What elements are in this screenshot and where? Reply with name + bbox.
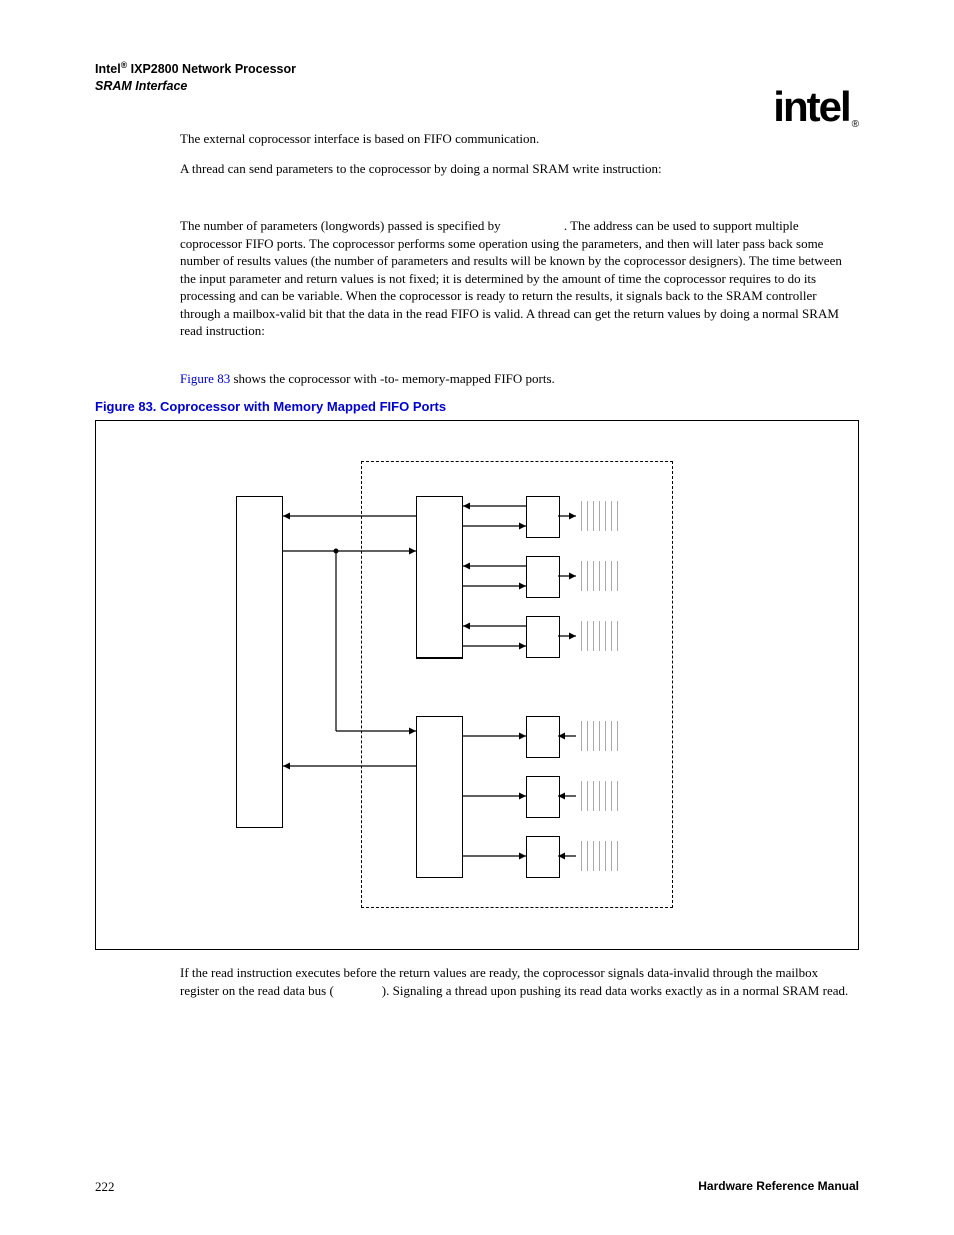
product-prefix: Intel (95, 62, 121, 76)
figure-link[interactable]: Figure 83 (180, 371, 230, 386)
footer-title: Hardware Reference Manual (698, 1179, 859, 1195)
paragraph-5: If the read instruction executes before … (180, 964, 859, 999)
port-box-4 (526, 716, 560, 758)
fifo-4 (576, 721, 621, 751)
body-content-after: If the read instruction executes before … (180, 964, 859, 999)
fifo-3 (576, 621, 621, 651)
fifo-2 (576, 561, 621, 591)
page-number: 222 (95, 1179, 115, 1195)
paragraph-1: The external coprocessor interface is ba… (180, 130, 859, 148)
fifo-5 (576, 781, 621, 811)
read-mux-box (416, 716, 463, 878)
header: Intel® IXP2800 Network Processor SRAM In… (95, 60, 859, 102)
port-box-3 (526, 616, 560, 658)
fifo-1 (576, 501, 621, 531)
product-name: IXP2800 Network Processor (127, 62, 296, 76)
port-box-6 (526, 836, 560, 878)
header-left: Intel® IXP2800 Network Processor SRAM In… (95, 60, 296, 95)
port-box-2 (526, 556, 560, 598)
figure-83-diagram (95, 420, 859, 950)
port-box-5 (526, 776, 560, 818)
p3-part-a: The number of parameters (longwords) pas… (180, 218, 504, 233)
page: Intel ® IXP2800 Network Processor SRAM In… (0, 0, 954, 1235)
paragraph-2: A thread can send parameters to the copr… (180, 160, 859, 178)
p4-rest: shows the coprocessor with -to- memory-m… (230, 371, 555, 386)
coprocessor-boundary (361, 461, 673, 908)
p3-part-b: . The address can be used to support mul… (180, 218, 842, 338)
p5-part-b: ). Signaling a thread upon pushing its r… (382, 983, 848, 998)
footer: 222 Hardware Reference Manual (95, 1179, 859, 1195)
write-mux-box (416, 496, 463, 659)
paragraph-4: Figure 83 shows the coprocessor with -to… (180, 370, 859, 388)
port-box-1 (526, 496, 560, 538)
body-content: The external coprocessor interface is ba… (180, 130, 859, 387)
fifo-6 (576, 841, 621, 871)
figure-caption: Figure 83. Coprocessor with Memory Mappe… (95, 399, 859, 414)
paragraph-3: The number of parameters (longwords) pas… (180, 217, 859, 340)
logo-text: intel (773, 83, 849, 130)
header-subtitle: SRAM Interface (95, 78, 296, 95)
logo-reg: ® (852, 119, 859, 130)
sram-controller-box (236, 496, 283, 828)
intel-logo: intel® (773, 86, 859, 128)
